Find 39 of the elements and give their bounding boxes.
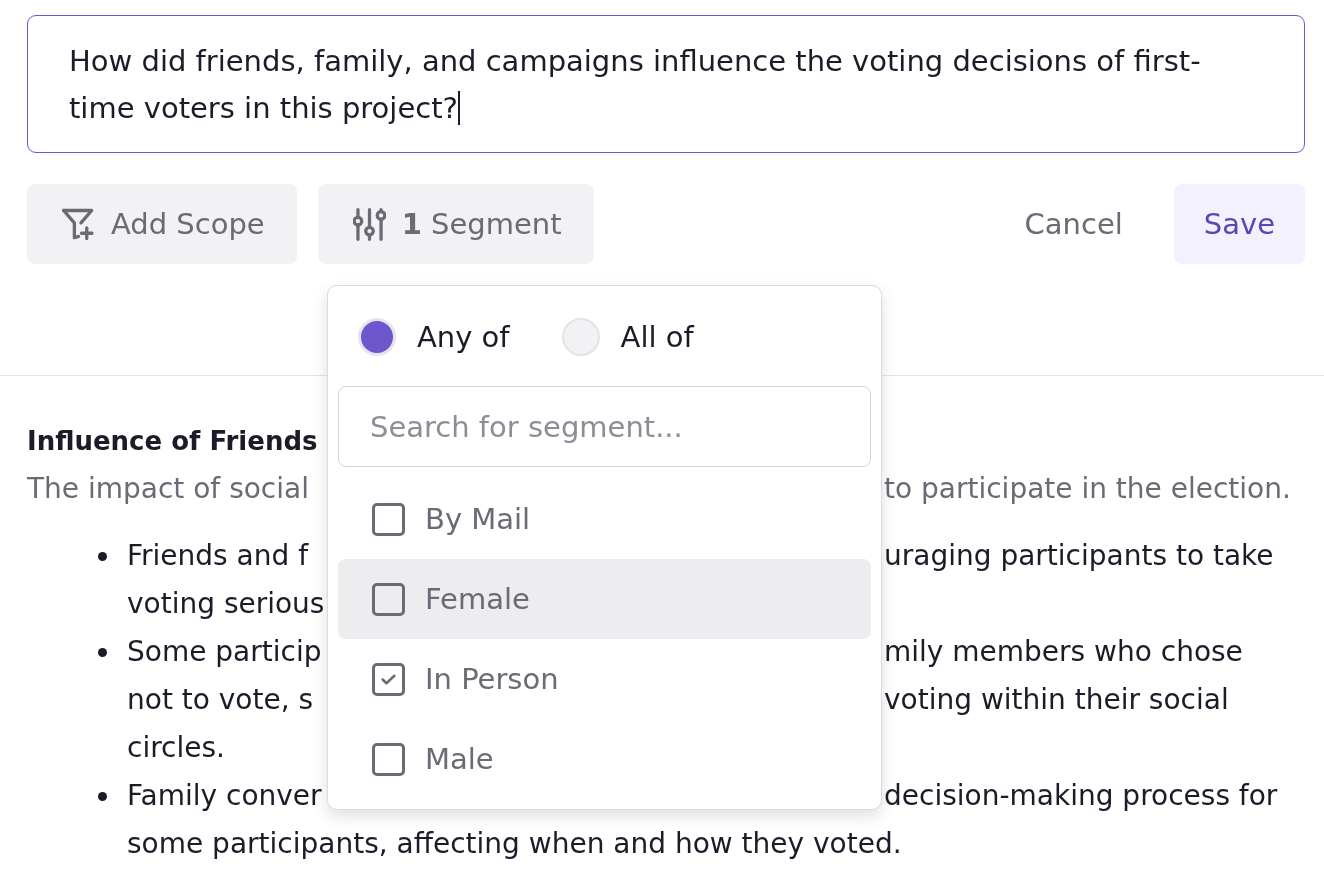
bullet-text: Friends and f xyxy=(127,538,309,574)
bullet-text: some participants, affecting when and how they voted. xyxy=(127,826,902,862)
cancel-button[interactable]: Cancel xyxy=(1000,184,1147,264)
description-text: to participate in the election. xyxy=(884,471,1291,507)
segment-option[interactable]: Female xyxy=(338,559,871,639)
bullet-icon xyxy=(98,791,107,801)
checkbox[interactable] xyxy=(372,502,405,536)
checkmark-icon xyxy=(381,673,396,685)
bullet-icon xyxy=(98,551,107,561)
save-button[interactable]: Save xyxy=(1173,184,1305,264)
radio-label: All of xyxy=(620,320,694,354)
segment-option[interactable]: In Person xyxy=(338,639,871,719)
bullet-text: Some particip xyxy=(127,634,322,670)
bullet-text: uraging participants to take xyxy=(884,538,1274,574)
checkbox[interactable] xyxy=(372,662,405,696)
segment-option[interactable]: By Mail xyxy=(338,479,871,559)
segment-option[interactable]: Male xyxy=(338,719,871,799)
radio-button[interactable] xyxy=(561,318,600,356)
text-cursor-icon xyxy=(457,91,460,125)
checkbox[interactable] xyxy=(372,582,405,616)
bullet-text: Family conver xyxy=(127,778,322,814)
bullet-icon xyxy=(98,647,107,657)
section-heading: Influence of Friends xyxy=(27,426,318,456)
bullet-text: voting within their social xyxy=(884,682,1229,718)
bullet-text: mily members who chose xyxy=(884,634,1243,670)
bullet-text: circles. xyxy=(127,730,225,766)
radio-label: Any of xyxy=(417,320,510,354)
question-field[interactable]: How did friends, family, and campaigns influence the voting decisions of first-time voters in this project? xyxy=(27,15,1305,153)
description-text: The impact of social xyxy=(27,471,309,507)
bullet-text: voting serious xyxy=(127,586,325,622)
checkbox[interactable] xyxy=(372,742,405,776)
radio-button[interactable] xyxy=(358,318,396,356)
segment-button[interactable]: 1 Segment xyxy=(317,184,594,264)
add-scope-button[interactable]: Add Scope xyxy=(27,184,297,264)
sliders-icon xyxy=(352,207,386,241)
search-field[interactable]: Search for segment... xyxy=(338,386,871,467)
bullet-text: not to vote, s xyxy=(127,682,314,718)
bullet-text: decision-making process for xyxy=(884,778,1278,814)
filter-plus-icon xyxy=(62,207,95,241)
